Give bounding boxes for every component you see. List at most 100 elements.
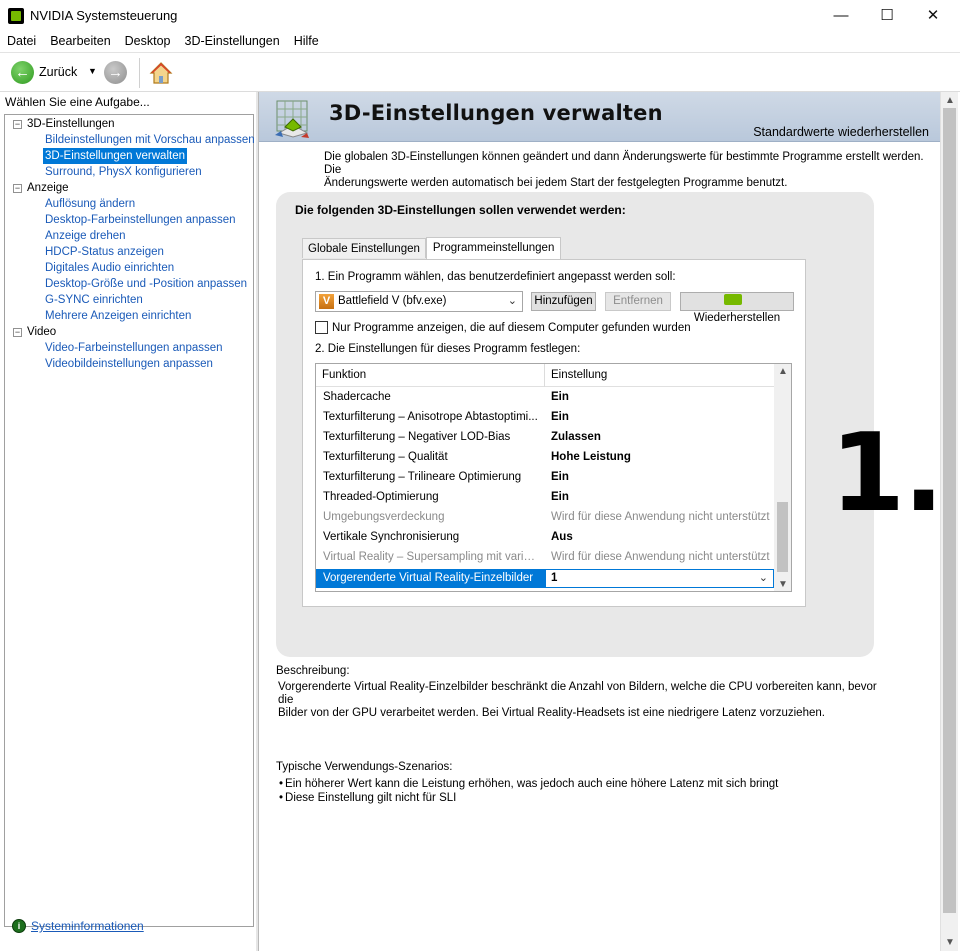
step1-label: 1. Ein Programm wählen, das benutzerdefi… <box>315 271 676 283</box>
tree-item-mehrere-anzeigen[interactable]: Mehrere Anzeigen einrichten <box>45 308 191 324</box>
settings-panel: Die folgenden 3D-Einstellungen sollen ve… <box>276 192 874 657</box>
toolbar: ← Zurück ▼ → <box>0 52 960 92</box>
page-scroll-thumb[interactable] <box>943 108 956 913</box>
system-info-link[interactable]: i Systeminformationen <box>12 919 144 933</box>
system-info-label[interactable]: Systeminformationen <box>31 919 144 933</box>
settings-grid: Funktion Einstellung Shadercache Ein Tex… <box>315 363 792 592</box>
tree-group-anzeige[interactable]: Anzeige <box>27 180 69 196</box>
scroll-up-icon[interactable]: ▲ <box>778 366 788 377</box>
column-separator[interactable] <box>544 364 545 387</box>
description-text: Vorgerenderte Virtual Reality-Einzelbild… <box>278 681 878 720</box>
step2-label: 2. Die Einstellungen für dieses Programm… <box>315 343 581 355</box>
scroll-down-icon[interactable]: ▼ <box>778 579 788 590</box>
table-row[interactable]: Virtual Reality – Supersampling mit vari… <box>316 548 775 568</box>
table-row[interactable]: Umgebungsverdeckung Wird für diese Anwen… <box>316 508 775 528</box>
forward-arrow-icon[interactable]: → <box>104 61 127 84</box>
menu-bearbeiten[interactable]: Bearbeiten <box>43 32 117 52</box>
tree-item-3d-verwalten[interactable]: 3D-Einstellungen verwalten <box>43 148 187 164</box>
selected-table-row[interactable]: Vorgerenderte Virtual Reality-Einzelbild… <box>316 569 775 588</box>
minimize-button[interactable]: — <box>818 0 864 30</box>
row-value: Zulassen <box>551 431 601 443</box>
close-button[interactable]: ✕ <box>910 0 956 30</box>
row-value-dropdown[interactable]: 1 ⌄ <box>545 569 774 588</box>
tree-group-video[interactable]: Video <box>27 324 56 340</box>
row-value: Aus <box>551 531 573 543</box>
tree-item-hdcp[interactable]: HDCP-Status anzeigen <box>45 244 164 260</box>
table-row[interactable]: Texturfilterung – Negativer LOD-Bias Zul… <box>316 428 775 448</box>
row-feature: Texturfilterung – Qualität <box>323 451 448 463</box>
page-banner: 3D-Einstellungen verwalten Standardwerte… <box>259 92 941 142</box>
tab-global-settings[interactable]: Globale Einstellungen <box>302 238 426 258</box>
grid-header: Funktion Einstellung <box>316 364 775 387</box>
back-arrow-icon[interactable]: ← <box>11 61 34 84</box>
tree-item-audio[interactable]: Digitales Audio einrichten <box>45 260 174 276</box>
tree-item-desktop-groesse[interactable]: Desktop-Größe und -Position anpassen <box>45 276 247 292</box>
row-value: Ein <box>551 411 569 423</box>
tree-item-desktop-farbe[interactable]: Desktop-Farbeinstellungen anpassen <box>45 212 236 228</box>
row-value: Ein <box>551 491 569 503</box>
tab-program-settings[interactable]: Programmeinstellungen <box>425 237 562 259</box>
grid-scroll-thumb[interactable] <box>777 502 788 572</box>
row-value: Wird für diese Anwendung nicht unterstüt… <box>551 511 770 523</box>
collapse-toggle-icon[interactable]: − <box>13 120 22 129</box>
row-value: 1 <box>551 572 558 584</box>
table-row[interactable]: Texturfilterung – Anisotrope Abtastoptim… <box>316 408 775 428</box>
row-feature: Vorgerenderte Virtual Reality-Einzelbild… <box>323 572 534 584</box>
menu-bar: Datei Bearbeiten Desktop 3D-Einstellunge… <box>0 32 960 52</box>
menu-3d-einstellungen[interactable]: 3D-Einstellungen <box>178 32 287 52</box>
tree-item-bildeinstellungen[interactable]: Bildeinstellungen mit Vorschau anpassen <box>45 132 255 148</box>
back-button-label[interactable]: Zurück <box>39 65 77 79</box>
tree-item-gsync[interactable]: G-SYNC einrichten <box>45 292 143 308</box>
menu-desktop[interactable]: Desktop <box>118 32 178 52</box>
system-info-icon: i <box>12 919 26 933</box>
annotation-label: 1. <box>830 411 944 536</box>
home-icon[interactable] <box>149 61 173 85</box>
table-row[interactable]: Texturfilterung – Trilineare Optimierung… <box>316 468 775 488</box>
table-row[interactable]: Vertikale Synchronisierung Aus <box>316 528 775 548</box>
tab-strip: Globale Einstellungen Programmeinstellun… <box>302 236 562 259</box>
grid-header-setting[interactable]: Einstellung <box>551 369 607 381</box>
found-programs-label[interactable]: Nur Programme anzeigen, die auf diesem C… <box>332 322 691 334</box>
grid-header-function[interactable]: Funktion <box>322 369 366 381</box>
usage-title: Typische Verwendungs-Szenarios: <box>276 761 453 773</box>
nvidia-logo-icon <box>724 294 742 305</box>
scroll-up-icon[interactable]: ▲ <box>945 95 955 106</box>
tree-item-anzeige-drehen[interactable]: Anzeige drehen <box>45 228 126 244</box>
task-tree: − 3D-Einstellungen Bildeinstellungen mit… <box>4 114 255 927</box>
row-value: Hohe Leistung <box>551 451 631 463</box>
menu-hilfe[interactable]: Hilfe <box>287 32 326 52</box>
found-programs-checkbox[interactable] <box>315 321 328 334</box>
tree-item-surround-physx[interactable]: Surround, PhysX konfigurieren <box>45 164 202 180</box>
page-title: 3D-Einstellungen verwalten <box>329 101 663 125</box>
table-row[interactable]: Threaded-Optimierung Ein <box>316 488 775 508</box>
restore-program-button[interactable]: Wiederherstellen <box>680 292 794 324</box>
grid-scrollbar[interactable]: ▲ ▼ <box>774 364 791 591</box>
battlefield-program-icon: V <box>319 294 334 309</box>
collapse-toggle-icon[interactable]: − <box>13 184 22 193</box>
restore-defaults-link[interactable]: Standardwerte wiederherstellen <box>753 125 929 139</box>
maximize-button[interactable]: ☐ <box>864 0 910 30</box>
page-scrollbar[interactable]: ▲ ▼ <box>940 92 958 951</box>
tree-item-video-farbe[interactable]: Video-Farbeinstellungen anpassen <box>45 340 223 356</box>
page-intro: Die globalen 3D-Einstellungen können geä… <box>324 151 924 190</box>
add-program-button[interactable]: Hinzufügen <box>531 292 596 311</box>
toolbar-separator <box>139 58 140 88</box>
panel-heading: Die folgenden 3D-Einstellungen sollen ve… <box>295 203 626 217</box>
task-pane: Wählen Sie eine Aufgabe... − 3D-Einstell… <box>0 92 256 951</box>
table-row[interactable]: Texturfilterung – Qualität Hohe Leistung <box>316 448 775 468</box>
intro-line-2: Änderungswerte werden automatisch bei je… <box>324 177 788 189</box>
collapse-toggle-icon[interactable]: − <box>13 328 22 337</box>
table-row[interactable]: Shadercache Ein <box>316 388 775 408</box>
program-select[interactable]: V Battlefield V (bfv.exe) ⌄ <box>315 291 523 312</box>
tree-item-videobild[interactable]: Videobildeinstellungen anpassen <box>45 356 213 372</box>
chevron-down-icon: ⌄ <box>758 572 768 584</box>
scroll-down-icon[interactable]: ▼ <box>945 937 955 948</box>
back-history-dropdown-icon[interactable]: ▼ <box>88 66 97 76</box>
found-programs-filter[interactable]: Nur Programme anzeigen, die auf diesem C… <box>315 321 691 334</box>
tree-group-3d[interactable]: 3D-Einstellungen <box>27 116 115 132</box>
tree-item-aufloesung[interactable]: Auflösung ändern <box>45 196 135 212</box>
intro-line-1: Die globalen 3D-Einstellungen können geä… <box>324 151 924 176</box>
menu-datei[interactable]: Datei <box>0 32 43 52</box>
remove-program-button[interactable]: Entfernen <box>605 292 671 311</box>
row-value: Ein <box>551 471 569 483</box>
